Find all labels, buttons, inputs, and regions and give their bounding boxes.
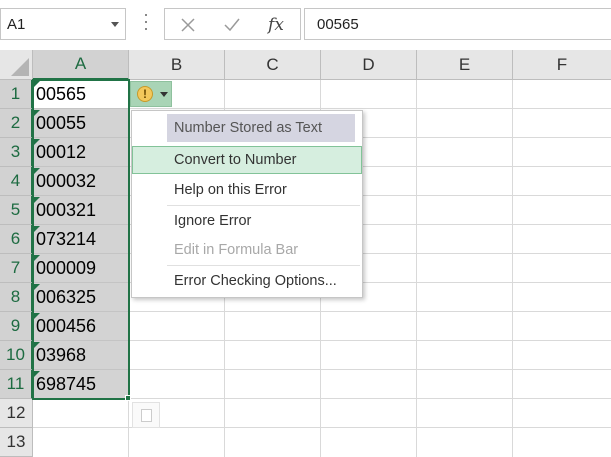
cell-value: 00055 <box>36 112 87 133</box>
row-header-2[interactable]: 2 <box>0 109 33 138</box>
name-box[interactable]: A1 <box>0 8 126 40</box>
menu-item-ignore-error[interactable]: Ignore Error <box>132 207 362 235</box>
cell-value: 000456 <box>36 315 97 336</box>
row-header-6[interactable]: 6 <box>0 225 33 254</box>
cell-value: 698745 <box>36 373 97 394</box>
cell-a4[interactable]: 000032 <box>33 167 128 196</box>
cell-a10[interactable]: 03968 <box>33 341 128 370</box>
formula-bar: A1 fx 00565 <box>0 0 611 50</box>
cell-value: 006325 <box>36 286 97 307</box>
error-indicator-icon <box>34 371 40 377</box>
row-header-13[interactable]: 13 <box>0 428 33 457</box>
formula-value: 00565 <box>317 16 359 33</box>
column-header-b[interactable]: B <box>129 50 225 80</box>
row-header-7[interactable]: 7 <box>0 254 33 283</box>
row-header-12[interactable]: 12 <box>0 399 33 428</box>
menu-separator <box>167 205 360 206</box>
cell-value: 03968 <box>36 344 87 365</box>
select-all-triangle-icon <box>11 58 29 76</box>
column-header-a[interactable]: A <box>33 50 129 80</box>
row-header-3[interactable]: 3 <box>0 138 33 167</box>
column-header-d[interactable]: D <box>321 50 417 80</box>
row-header-5[interactable]: 5 <box>0 196 33 225</box>
cell-value: 00565 <box>36 83 87 104</box>
error-checking-button[interactable]: ! <box>130 81 172 107</box>
menu-header-number-stored-as-text: Number Stored as Text <box>167 114 355 142</box>
warning-icon: ! <box>137 86 153 102</box>
error-indicator-icon <box>34 342 40 348</box>
menu-separator <box>167 265 360 266</box>
error-indicator-icon <box>34 197 40 203</box>
checkmark-icon <box>224 18 240 32</box>
column-header-f[interactable]: F <box>513 50 611 80</box>
cell-a8[interactable]: 006325 <box>33 283 128 312</box>
cell-value: 000032 <box>36 170 97 191</box>
error-indicator-icon <box>34 313 40 319</box>
row-header-8[interactable]: 8 <box>0 283 33 312</box>
error-indicator-icon <box>34 226 40 232</box>
cell-a7[interactable]: 000009 <box>33 254 128 283</box>
row-header-9[interactable]: 9 <box>0 312 33 341</box>
cell-a2[interactable]: 00055 <box>33 109 128 138</box>
formula-input[interactable]: 00565 <box>304 8 611 40</box>
chevron-down-icon[interactable] <box>111 22 119 27</box>
error-indicator-icon <box>34 81 40 87</box>
error-indicator-icon <box>34 110 40 116</box>
column-header-e[interactable]: E <box>417 50 513 80</box>
column-header-c[interactable]: C <box>225 50 321 80</box>
menu-item-help-on-this-error[interactable]: Help on this Error <box>132 176 362 204</box>
enter-button[interactable] <box>217 13 247 37</box>
drag-handle-icon[interactable] <box>144 14 148 34</box>
chevron-down-icon <box>160 92 168 97</box>
cell-a3[interactable]: 00012 <box>33 138 128 167</box>
cell-a5[interactable]: 000321 <box>33 196 128 225</box>
cell-a11[interactable]: 698745 <box>33 370 128 399</box>
error-indicator-icon <box>34 168 40 174</box>
error-indicator-icon <box>34 255 40 261</box>
fill-handle[interactable] <box>125 395 131 401</box>
cell-value: 00012 <box>36 141 87 162</box>
row-header-10[interactable]: 10 <box>0 341 33 370</box>
cell-a6[interactable]: 073214 <box>33 225 128 254</box>
menu-item-convert-to-number[interactable]: Convert to Number <box>132 146 362 174</box>
error-indicator-icon <box>34 139 40 145</box>
name-box-value: A1 <box>7 16 26 33</box>
close-icon <box>181 18 195 32</box>
gridline <box>33 427 611 428</box>
cell-a1[interactable]: 00565 <box>33 80 128 109</box>
error-checking-menu: Number Stored as Text Convert to Number … <box>131 110 363 298</box>
row-header-4[interactable]: 4 <box>0 167 33 196</box>
quick-analysis-icon <box>141 409 152 422</box>
row-header-1[interactable]: 1 <box>0 80 33 109</box>
cell-value: 073214 <box>36 228 97 249</box>
menu-item-error-checking-options[interactable]: Error Checking Options... <box>132 267 362 295</box>
select-all-button[interactable] <box>0 50 33 80</box>
formula-bar-buttons: fx <box>164 8 301 40</box>
quick-analysis-button[interactable] <box>132 402 160 428</box>
cancel-button[interactable] <box>173 13 203 37</box>
cell-value: 000009 <box>36 257 97 278</box>
insert-function-button[interactable]: fx <box>261 13 291 37</box>
error-indicator-icon <box>34 284 40 290</box>
menu-item-edit-in-formula-bar: Edit in Formula Bar <box>174 242 299 258</box>
cell-a9[interactable]: 000456 <box>33 312 128 341</box>
row-header-11[interactable]: 11 <box>0 370 33 399</box>
worksheet-grid: A B C D E F 1 2 3 4 5 6 7 8 9 10 11 12 1… <box>0 50 611 457</box>
cell-value: 000321 <box>36 199 97 220</box>
